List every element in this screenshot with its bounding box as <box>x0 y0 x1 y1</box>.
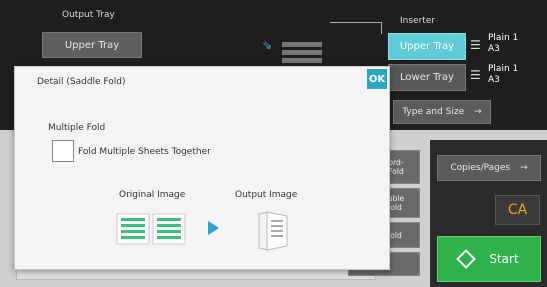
original-image-icon <box>115 212 187 246</box>
upper-paper-type: Plain 1 <box>488 33 519 43</box>
machine-graphic: ⇘ <box>262 38 322 64</box>
lower-paper-type: Plain 1 <box>488 64 519 74</box>
ok-button[interactable]: OK <box>367 69 387 89</box>
output-upper-tray-button[interactable]: Upper Tray <box>42 32 142 58</box>
paper-icon-upper: ☰ <box>470 38 481 52</box>
inserter-title: Inserter <box>400 16 436 26</box>
type-and-size-button[interactable]: Type and Size → <box>393 100 491 124</box>
start-button[interactable]: Start <box>437 236 541 282</box>
output-tray-title: Output Tray <box>62 10 115 20</box>
inserter-lower-tray-button[interactable]: Lower Tray <box>388 64 466 91</box>
original-image-label: Original Image <box>119 190 186 200</box>
inserter-line <box>330 22 382 23</box>
copies-pages-button[interactable]: Copies/Pages → <box>437 155 541 181</box>
dialog-title: Detail (Saddle Fold) <box>37 77 126 87</box>
start-icon <box>456 249 477 269</box>
lower-paper-size: A3 <box>488 75 500 85</box>
fold-multiple-checkbox[interactable] <box>52 140 74 162</box>
multiple-fold-label: Multiple Fold <box>48 123 106 133</box>
output-image-icon <box>255 210 291 252</box>
copies-pages-label: Copies/Pages <box>450 163 511 173</box>
paper-flow-icon: ⇘ <box>262 38 273 52</box>
clear-all-button[interactable]: CA <box>495 195 540 225</box>
play-arrow-icon <box>208 221 219 235</box>
inserter-line-vert <box>381 22 382 34</box>
arrow-right-icon: → <box>474 107 482 117</box>
inserter-upper-tray-button[interactable]: Upper Tray <box>388 33 466 60</box>
fold-multiple-checkbox-label: Fold Multiple Sheets Together <box>78 147 211 157</box>
arrow-right-icon: → <box>520 163 528 173</box>
upper-paper-size: A3 <box>488 44 500 54</box>
output-image-label: Output Image <box>235 190 298 200</box>
type-and-size-label: Type and Size <box>402 107 465 117</box>
detail-saddle-fold-dialog: Detail (Saddle Fold) OK Multiple Fold Fo… <box>14 66 390 270</box>
paper-icon-lower: ☰ <box>470 68 481 82</box>
start-label: Start <box>489 252 519 266</box>
